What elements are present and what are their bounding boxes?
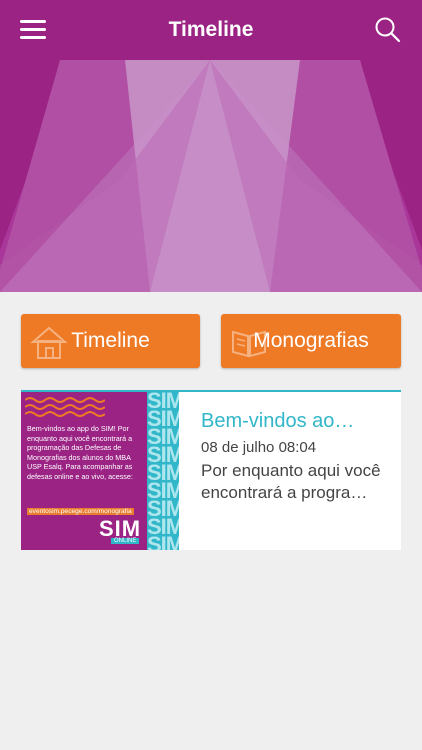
thumbnail-stripe: SIM SIM SIM SIM SIM SIM SIM SIM SIM — [147, 392, 179, 550]
thumbnail-url: eventosim.pecege.com/monografia — [27, 508, 134, 515]
timeline-button-label: Timeline — [71, 329, 150, 352]
sim-logo-online: ONLINE — [111, 538, 140, 544]
post-excerpt: Por enquanto aqui você encontrará a prog… — [201, 461, 381, 502]
monografias-button[interactable]: Monografias — [221, 314, 401, 368]
page-title: Timeline — [168, 18, 254, 41]
post-date: 08 de julho 08:04 — [201, 439, 317, 456]
monografias-button-label: Monografias — [253, 329, 369, 352]
post-thumbnail: Bem-vindos ao app do SIM! Por enquanto a… — [21, 392, 179, 550]
hero-banner — [0, 60, 422, 292]
thumbnail-text: Bem-vindos ao app do SIM! Por enquanto a… — [27, 424, 133, 481]
post-title: Bem-vindos ao… — [201, 410, 355, 432]
top-bar: Timeline — [0, 0, 422, 60]
wave-decoration — [25, 397, 105, 417]
timeline-post-card[interactable]: Bem-vindos ao app do SIM! Por enquanto a… — [21, 390, 401, 550]
search-icon[interactable] — [374, 16, 402, 44]
timeline-button[interactable]: Timeline — [21, 314, 200, 368]
